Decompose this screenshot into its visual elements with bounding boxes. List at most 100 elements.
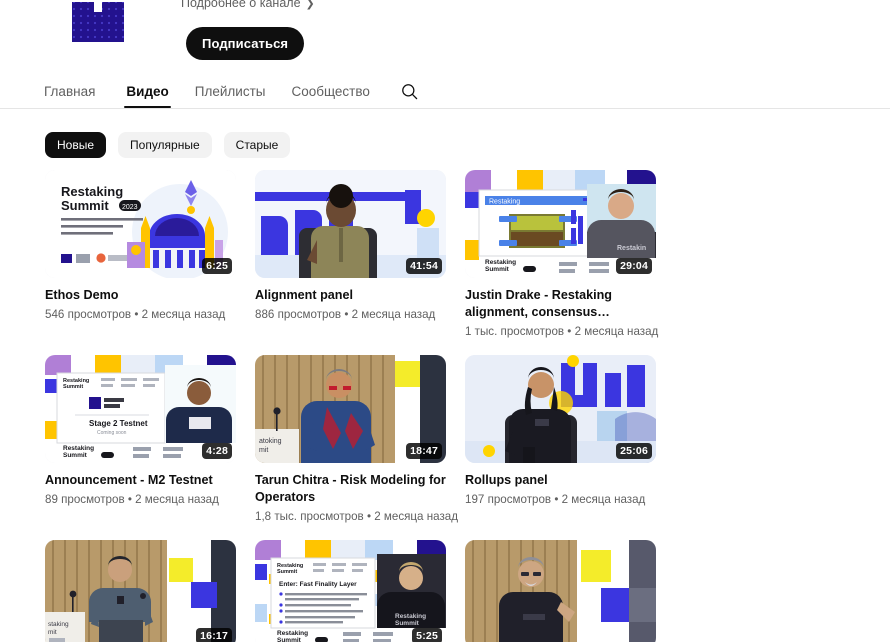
video-thumbnail[interactable]: staking mit 16:17 [45, 540, 236, 642]
svg-text:Summit: Summit [395, 620, 420, 627]
video-meta: 546 просмотров • 2 месяца назад [45, 307, 236, 322]
video-thumbnail[interactable] [465, 540, 656, 642]
chip-newest[interactable]: Новые [45, 132, 107, 158]
meta-dot: • [567, 325, 575, 338]
video-duration: 16:17 [196, 627, 232, 642]
video-card[interactable]: atoking mit 18:47 Tarun Chitra - Risk Mo… [255, 355, 458, 524]
meta-dot: • [134, 308, 142, 321]
svg-text:mit: mit [259, 447, 268, 454]
channel-avatar[interactable] [72, 0, 140, 42]
video-grid: Restaking Summit 2023 6:25 Ethos Demo 54… [45, 170, 857, 642]
video-meta: 1,8 тыс. просмотров • 2 месяца назад [255, 509, 458, 524]
video-thumbnail[interactable]: 25:06 [465, 355, 656, 463]
video-age: 2 месяца назад [561, 493, 646, 506]
chip-oldest[interactable]: Старые [223, 132, 291, 158]
video-views: 1 тыс. просмотров [465, 325, 565, 338]
video-card[interactable]: 41:54 Alignment panel 886 просмотров • 2… [255, 170, 446, 339]
svg-text:staking: staking [48, 621, 69, 628]
video-duration: 25:06 [616, 442, 652, 459]
stage-speaker-glasses-icon [465, 540, 656, 642]
video-age: 2 месяца назад [141, 308, 226, 321]
svg-text:Summit: Summit [277, 569, 297, 575]
video-card[interactable]: Restaking Summit Stage 2 Testnet Coming … [45, 355, 236, 524]
video-thumbnail[interactable]: Restaking Summit 2023 6:25 [45, 170, 236, 278]
video-age: 2 месяца назад [574, 325, 659, 338]
video-thumbnail[interactable]: Restaking Summit Enter: Fast Finality La… [255, 540, 446, 642]
video-card[interactable]: Restaking Summit Enter: Fast Finality La… [255, 540, 446, 642]
video-title: Tarun Chitra - Risk Modeling for Operato… [255, 473, 446, 504]
video-title: Announcement - M2 Testnet [45, 473, 213, 487]
video-duration: 29:04 [616, 257, 652, 274]
svg-text:Summit: Summit [277, 637, 302, 642]
svg-text:Restaking: Restaking [489, 199, 520, 206]
video-age: 2 месяца назад [374, 510, 458, 523]
svg-text:Stage 2 Testnet: Stage 2 Testnet [89, 419, 148, 428]
sort-filter-chips: Новые Популярные Старые [45, 132, 291, 158]
svg-text:Restaking: Restaking [61, 184, 123, 199]
channel-header: Подробнее о канале ❯ Подписаться [0, 0, 890, 70]
video-meta: 1 тыс. просмотров • 2 месяца назад [465, 324, 659, 339]
video-title: Justin Drake - Restaking alignment, cons… [465, 288, 612, 319]
svg-text:Summit: Summit [63, 452, 88, 459]
tabbar-divider [0, 108, 890, 109]
video-thumbnail[interactable]: Restaking Summit Stage 2 Testnet Coming … [45, 355, 236, 463]
video-title: Alignment panel [255, 288, 353, 302]
video-views: 197 просмотров [465, 493, 552, 506]
video-card[interactable] [465, 540, 656, 642]
svg-text:atoking: atoking [259, 438, 282, 445]
video-meta: 89 просмотров • 2 месяца назад [45, 492, 236, 507]
meta-dot: • [554, 493, 562, 506]
video-meta: 886 просмотров • 2 месяца назад [255, 307, 446, 322]
tab-home[interactable]: Главная [44, 74, 113, 108]
video-thumbnail[interactable]: atoking mit 18:47 [255, 355, 446, 463]
video-card[interactable]: Restaking Summit 2023 6:25 Ethos Demo 54… [45, 170, 236, 339]
video-duration: 41:54 [406, 257, 442, 274]
tab-playlists-label: Плейлисты [194, 83, 266, 99]
video-views: 1,8 тыс. просмотров [255, 510, 364, 523]
video-age: 2 месяца назад [351, 308, 436, 321]
video-views: 886 просмотров [255, 308, 342, 321]
video-card[interactable]: Restaking Restakin Restaking Summit 29:0… [465, 170, 659, 339]
chip-popular[interactable]: Популярные [118, 132, 212, 158]
video-meta: 197 просмотров • 2 месяца назад [465, 492, 656, 507]
video-duration: 18:47 [406, 442, 442, 459]
tab-videos-label: Видео [126, 83, 169, 99]
about-channel-label: Подробнее о канале [181, 0, 301, 10]
about-channel-link[interactable]: Подробнее о канале ❯ [181, 0, 315, 10]
video-duration: 4:28 [202, 442, 232, 459]
svg-text:Restaking: Restaking [277, 630, 308, 637]
video-thumbnail[interactable]: 41:54 [255, 170, 446, 278]
svg-text:Summit: Summit [485, 266, 510, 273]
video-thumbnail[interactable]: Restaking Restakin Restaking Summit 29:0… [465, 170, 656, 278]
slide-fast-finality-icon: Restaking Summit Enter: Fast Finality La… [255, 540, 446, 642]
tab-playlists[interactable]: Плейлисты [182, 74, 279, 108]
svg-text:Summit: Summit [61, 198, 109, 213]
tab-videos[interactable]: Видео [113, 74, 181, 108]
svg-text:Restaking: Restaking [485, 259, 516, 266]
svg-text:Restaking: Restaking [395, 613, 426, 620]
meta-dot: • [344, 308, 352, 321]
video-title: Rollups panel [465, 473, 548, 487]
channel-tabbar: Главная Видео Плейлисты Сообщество [0, 74, 890, 108]
stage-speaker-mic-icon: staking mit [45, 540, 236, 642]
svg-text:2023: 2023 [122, 204, 138, 211]
svg-text:Enter: Fast Finality Layer: Enter: Fast Finality Layer [279, 581, 357, 588]
search-icon[interactable] [393, 74, 427, 108]
video-card[interactable]: 25:06 Rollups panel 197 просмотров • 2 м… [465, 355, 656, 524]
tab-community[interactable]: Сообщество [278, 74, 382, 108]
tab-community-label: Сообщество [291, 83, 370, 99]
subscribe-button[interactable]: Подписаться [186, 27, 305, 60]
channel-videos-page: Подробнее о канале ❯ Подписаться Главная… [0, 0, 890, 642]
video-duration: 6:25 [202, 257, 232, 274]
tab-home-label: Главная [44, 83, 96, 99]
video-card[interactable]: staking mit 16:17 [45, 540, 236, 642]
svg-text:Coming soon: Coming soon [97, 430, 127, 436]
video-title: Ethos Demo [45, 288, 119, 302]
video-duration: 5:25 [412, 627, 442, 642]
chevron-right-icon: ❯ [305, 0, 315, 10]
svg-text:Restaking: Restaking [63, 445, 94, 452]
video-views: 546 просмотров [45, 308, 132, 321]
video-views: 89 просмотров [45, 493, 125, 506]
svg-text:mit: mit [48, 629, 57, 636]
svg-text:Summit: Summit [63, 384, 83, 390]
